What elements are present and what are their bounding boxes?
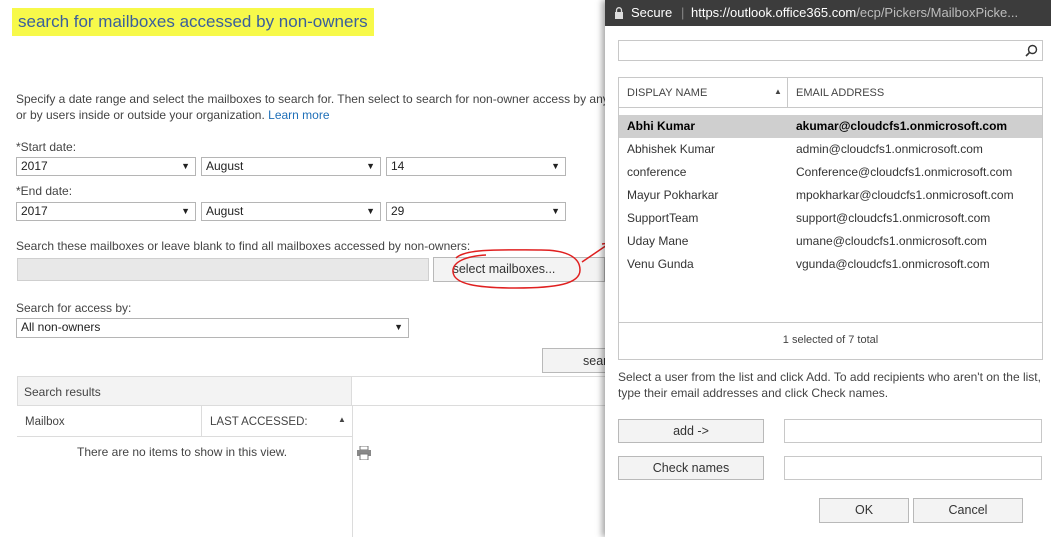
picker-column-header-row: DISPLAY NAME ▲ EMAIL ADDRESS xyxy=(619,78,1042,108)
picker-row-uday-mane[interactable]: Uday Mane umane@cloudcfs1.onmicrosoft.co… xyxy=(619,230,1042,253)
access-by-label: Search for access by: xyxy=(16,301,132,315)
url-path: /ecp/Pickers/MailboxPicke... xyxy=(856,5,1019,20)
end-month-value: August xyxy=(206,204,244,218)
mailbox-picker-window: Secure | https://outlook.office365.com/e… xyxy=(605,0,1051,537)
access-by-value: All non-owners xyxy=(21,320,101,334)
start-year-value: 2017 xyxy=(21,159,48,173)
end-year-value: 2017 xyxy=(21,204,48,218)
annotation-circle-arrow xyxy=(452,242,611,289)
sort-ascending-icon: ▲ xyxy=(338,415,346,424)
cancel-button[interactable]: Cancel xyxy=(913,498,1023,523)
picker-row-abhishek-kumar[interactable]: Abhishek Kumar admin@cloudcfs1.onmicroso… xyxy=(619,138,1042,161)
search-button[interactable]: sear xyxy=(542,348,612,373)
picker-help-text-2: type their email addresses and click Che… xyxy=(618,386,889,400)
picker-list: DISPLAY NAME ▲ EMAIL ADDRESS Abhi Kumar … xyxy=(618,77,1043,360)
row-email: support@cloudcfs1.onmicrosoft.com xyxy=(796,211,991,225)
pane-divider xyxy=(352,406,353,537)
row-display-name: Abhi Kumar xyxy=(627,119,696,133)
col-display-name[interactable]: DISPLAY NAME xyxy=(627,85,707,101)
instructions-text-line2: or by users inside or outside your organ… xyxy=(16,108,265,122)
picker-search-input[interactable] xyxy=(618,40,1043,61)
row-email: vgunda@cloudcfs1.onmicrosoft.com xyxy=(796,257,990,271)
picker-rows: Abhi Kumar akumar@cloudcfs1.onmicrosoft.… xyxy=(619,115,1042,276)
mailboxes-label: Search these mailboxes or leave blank to… xyxy=(16,239,471,253)
chevron-down-icon: ▼ xyxy=(551,206,560,216)
row-email: umane@cloudcfs1.onmicrosoft.com xyxy=(796,234,987,248)
start-day-value: 14 xyxy=(391,159,405,173)
row-display-name: Venu Gunda xyxy=(627,257,694,271)
start-year-select[interactable]: 2017 ▼ xyxy=(16,157,196,176)
check-names-field[interactable] xyxy=(784,456,1042,480)
start-month-value: August xyxy=(206,159,244,173)
end-year-select[interactable]: 2017 ▼ xyxy=(16,202,196,221)
row-display-name: SupportTeam xyxy=(627,211,699,225)
ok-button[interactable]: OK xyxy=(819,498,909,523)
page-title: search for mailboxes accessed by non-own… xyxy=(12,8,374,36)
col-email-address[interactable]: EMAIL ADDRESS xyxy=(796,85,884,101)
column-divider xyxy=(201,406,202,436)
url-text[interactable]: https://outlook.office365.com/ecp/Picker… xyxy=(691,0,1018,26)
sort-ascending-icon: ▲ xyxy=(774,87,782,96)
picker-row-conference[interactable]: conference Conference@cloudcfs1.onmicros… xyxy=(619,161,1042,184)
picker-row-supportteam[interactable]: SupportTeam support@cloudcfs1.onmicrosof… xyxy=(619,207,1042,230)
picker-row-mayur-pokharkar[interactable]: Mayur Pokharkar mpokharkar@cloudcfs1.onm… xyxy=(619,184,1042,207)
row-email: mpokharkar@cloudcfs1.onmicrosoft.com xyxy=(796,188,1014,202)
start-day-select[interactable]: 14 ▼ xyxy=(386,157,566,176)
printer-icon[interactable] xyxy=(356,446,372,460)
add-recipients-field[interactable] xyxy=(784,419,1042,443)
end-month-select[interactable]: August ▼ xyxy=(201,202,381,221)
start-month-select[interactable]: August ▼ xyxy=(201,157,381,176)
list-footer-divider xyxy=(619,322,1042,323)
end-date-label: *End date: xyxy=(16,184,73,198)
end-day-value: 29 xyxy=(391,204,405,218)
column-divider xyxy=(787,78,788,107)
address-separator: | xyxy=(681,5,685,20)
picker-row-venu-gunda[interactable]: Venu Gunda vgunda@cloudcfs1.onmicrosoft.… xyxy=(619,253,1042,276)
picker-help-text: Select a user from the list and click Ad… xyxy=(618,370,1041,384)
results-header-extension xyxy=(352,376,612,406)
col-last-accessed[interactable]: LAST ACCESSED: xyxy=(210,414,308,430)
end-day-select[interactable]: 29 ▼ xyxy=(386,202,566,221)
instructions-text: Specify a date range and select the mail… xyxy=(16,92,616,106)
instructions-text-2: or by users inside or outside your organ… xyxy=(16,107,330,123)
lock-icon xyxy=(615,7,623,19)
secure-label: Secure xyxy=(631,5,673,20)
mailboxes-field[interactable] xyxy=(17,258,429,281)
search-icon[interactable] xyxy=(1025,44,1038,57)
row-email: Conference@cloudcfs1.onmicrosoft.com xyxy=(796,165,1013,179)
picker-row-abhi-kumar[interactable]: Abhi Kumar akumar@cloudcfs1.onmicrosoft.… xyxy=(619,115,1042,138)
row-display-name: Abhishek Kumar xyxy=(627,142,716,156)
check-names-button[interactable]: Check names xyxy=(618,456,764,480)
empty-state-text: There are no items to show in this view. xyxy=(77,445,288,459)
selection-status: 1 selected of 7 total xyxy=(782,334,879,346)
row-display-name: Mayur Pokharkar xyxy=(627,188,719,202)
access-by-select[interactable]: All non-owners ▼ xyxy=(16,318,409,338)
row-email: admin@cloudcfs1.onmicrosoft.com xyxy=(796,142,983,156)
add-button[interactable]: add -> xyxy=(618,419,764,443)
row-display-name: conference xyxy=(627,165,687,179)
chevron-down-icon: ▼ xyxy=(181,206,190,216)
chevron-down-icon: ▼ xyxy=(181,161,190,171)
results-column-header-row: Mailbox LAST ACCESSED: ▲ xyxy=(17,406,352,437)
chevron-down-icon: ▼ xyxy=(551,161,560,171)
learn-more-link[interactable]: Learn more xyxy=(268,108,329,122)
chevron-down-icon: ▼ xyxy=(366,161,375,171)
browser-address-bar[interactable]: Secure | https://outlook.office365.com/e… xyxy=(605,0,1051,26)
chevron-down-icon: ▼ xyxy=(394,322,403,332)
row-display-name: Uday Mane xyxy=(627,234,689,248)
row-email: akumar@cloudcfs1.onmicrosoft.com xyxy=(796,119,1008,133)
chevron-down-icon: ▼ xyxy=(366,206,375,216)
col-mailbox[interactable]: Mailbox xyxy=(25,414,65,430)
results-header-label: Search results xyxy=(24,385,101,399)
start-date-label: *Start date: xyxy=(16,140,77,154)
results-header: Search results xyxy=(17,376,352,406)
url-host: https://outlook.office365.com xyxy=(691,5,857,20)
